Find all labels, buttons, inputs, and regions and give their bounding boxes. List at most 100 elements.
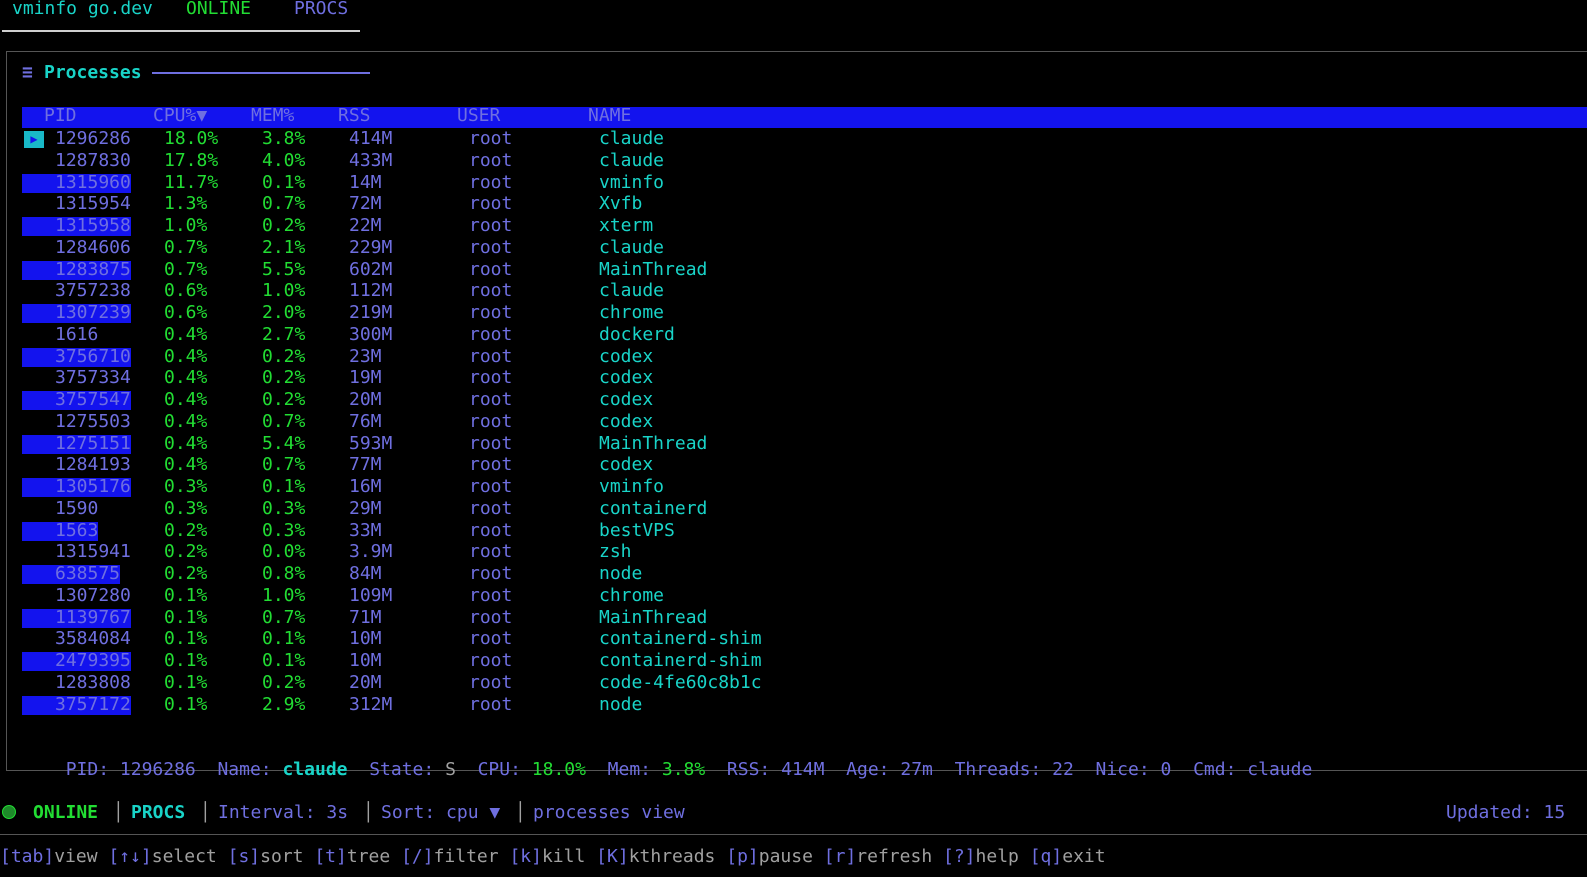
hotkey-key[interactable]: [t] [314, 846, 347, 867]
column-header-user[interactable]: USER [457, 106, 500, 126]
cell-rss: 33M [349, 519, 382, 541]
cell-name: zsh [599, 541, 632, 563]
table-row[interactable]: 1315960 11.7% 0.1% 14M root vminfo [0, 172, 1587, 194]
table-row[interactable]: 1284606 0.7% 2.1% 229M root claude [0, 237, 1587, 259]
cell-user: root [469, 171, 513, 193]
cell-mem: 1.0% [262, 584, 306, 606]
selected-row-marker-icon: ▶ [24, 131, 44, 148]
cell-cpu: 0.4% [164, 389, 208, 410]
hotkey-key[interactable]: [?] [943, 846, 976, 867]
table-row[interactable]: ▶ 1296286 18.0% 3.8% 414M root claude [0, 128, 1587, 150]
table-row[interactable]: 3756710 0.4% 0.2% 23M root codex [0, 346, 1587, 368]
detail-state-label: State: [369, 759, 435, 780]
column-header-name[interactable]: NAME [588, 106, 631, 126]
hotkey-key[interactable]: [K] [596, 846, 629, 867]
cell-pid: 1315960 [55, 171, 131, 193]
hotkey-key[interactable]: [p] [726, 846, 759, 867]
table-row[interactable]: 1307280 0.1% 1.0% 109M root chrome [0, 585, 1587, 607]
table-row[interactable]: 3757547 0.4% 0.2% 20M root codex [0, 389, 1587, 411]
cell-cpu: 0.4% [164, 454, 208, 476]
status-separator: │ [515, 802, 526, 823]
table-row[interactable]: 1563 0.2% 0.3% 33M root bestVPS [0, 520, 1587, 542]
table-row[interactable]: 1315941 0.2% 0.0% 3.9M root zsh [0, 541, 1587, 563]
tab-underline [2, 30, 360, 32]
table-row[interactable]: 1287830 17.8% 4.0% 433M root claude [0, 150, 1587, 172]
table-row[interactable]: 1307239 0.6% 2.0% 219M root chrome [0, 302, 1587, 324]
hotkey-label: refresh [856, 846, 933, 867]
table-row[interactable]: 1590 0.3% 0.3% 29M root containerd [0, 498, 1587, 520]
table-row[interactable]: 1315954 1.3% 0.7% 72M root Xvfb [0, 193, 1587, 215]
column-header-cpu[interactable]: CPU%▼ [153, 106, 207, 126]
hotkey-key[interactable]: [s] [228, 846, 261, 867]
table-row[interactable]: 1139767 0.1% 0.7% 71M root MainThread [0, 607, 1587, 629]
hotkey-key[interactable]: [tab] [0, 846, 54, 867]
cell-rss: 593M [349, 432, 393, 454]
cell-mem: 5.5% [262, 258, 306, 280]
cell-name: codex [599, 454, 654, 476]
column-header-mem[interactable]: MEM% [251, 106, 294, 126]
detail-pid: 1296286 [119, 759, 196, 780]
status-separator: │ [363, 802, 374, 823]
cell-user: root [469, 367, 513, 389]
cell-cpu: 0.4% [164, 367, 208, 389]
hotkey-key[interactable]: [↑↓] [108, 846, 151, 867]
table-row[interactable]: 1616 0.4% 2.7% 300M root dockerd [0, 324, 1587, 346]
cell-mem: 3.8% [262, 128, 306, 149]
tab-online-status[interactable]: ONLINE [186, 0, 251, 20]
cell-name: vminfo [599, 476, 665, 497]
table-row[interactable]: 3757238 0.6% 1.0% 112M root claude [0, 280, 1587, 302]
table-row[interactable]: 1275151 0.4% 5.4% 593M root MainThread [0, 433, 1587, 455]
cell-rss: 219M [349, 302, 393, 323]
cell-name: MainThread [599, 432, 708, 454]
hotkey-key[interactable]: [k] [509, 846, 542, 867]
cell-cpu: 0.1% [164, 650, 208, 671]
table-row[interactable]: 1315958 1.0% 0.2% 22M root xterm [0, 215, 1587, 237]
cell-pid: 1315941 [55, 541, 131, 563]
hotkey-label: tree [346, 846, 391, 867]
cell-rss: 20M [349, 671, 382, 693]
cell-pid: 1139767 [55, 606, 131, 628]
detail-cpu: 18.0% [531, 759, 586, 780]
status-tab: PROCS [131, 802, 186, 823]
table-row[interactable]: 3584084 0.1% 0.1% 10M root containerd-shim [0, 628, 1587, 650]
cell-name: node [599, 693, 643, 715]
cell-mem: 0.1% [262, 628, 306, 650]
table-row[interactable]: 1275503 0.4% 0.7% 76M root codex [0, 411, 1587, 433]
panel-menu-icon: ≡ [22, 62, 33, 83]
cell-mem: 0.2% [262, 389, 306, 410]
column-header-rss[interactable]: RSS [338, 106, 371, 126]
cell-name: claude [599, 149, 665, 171]
table-row[interactable]: 1283875 0.7% 5.5% 602M root MainThread [0, 259, 1587, 281]
cell-name: claude [599, 280, 665, 302]
tab-procs[interactable]: PROCS [294, 0, 348, 20]
detail-nice-label: Nice: [1095, 759, 1150, 780]
cell-name: code-4fe60c8b1c [599, 671, 762, 693]
cell-name: codex [599, 367, 654, 389]
table-row[interactable]: 2479395 0.1% 0.1% 10M root containerd-shim [0, 650, 1587, 672]
hotkey-key[interactable]: [r] [824, 846, 857, 867]
cell-user: root [469, 280, 513, 302]
hotkey-label: exit [1062, 846, 1106, 867]
cell-pid: 1315958 [55, 215, 131, 236]
cell-rss: 14M [349, 171, 382, 193]
cell-user: root [469, 671, 513, 693]
table-row[interactable]: 638575 0.2% 0.8% 84M root node [0, 563, 1587, 585]
table-row[interactable]: 1284193 0.4% 0.7% 77M root codex [0, 454, 1587, 476]
detail-name: claude [282, 759, 348, 780]
cell-cpu: 0.6% [164, 302, 208, 323]
table-row[interactable]: 1283808 0.1% 0.2% 20M root code-4fe60c8b1c [0, 672, 1587, 694]
cell-user: root [469, 563, 513, 584]
hotkey-key[interactable]: [q] [1030, 846, 1063, 867]
cell-pid: 1590 [55, 497, 99, 519]
table-row[interactable]: 1305176 0.3% 0.1% 16M root vminfo [0, 476, 1587, 498]
cell-name: chrome [599, 584, 665, 606]
table-row[interactable]: 3757334 0.4% 0.2% 19M root codex [0, 367, 1587, 389]
cell-pid: 1275151 [55, 432, 131, 454]
cell-pid: 1307239 [55, 302, 131, 323]
table-row[interactable]: 3757172 0.1% 2.9% 312M root node [0, 694, 1587, 716]
hotkey-key[interactable]: [/] [401, 846, 434, 867]
cell-pid: 3757172 [55, 693, 131, 715]
column-header-pid[interactable]: PID [44, 106, 77, 126]
panel-title: Processes [44, 62, 142, 83]
cell-pid: 3756710 [55, 345, 131, 367]
